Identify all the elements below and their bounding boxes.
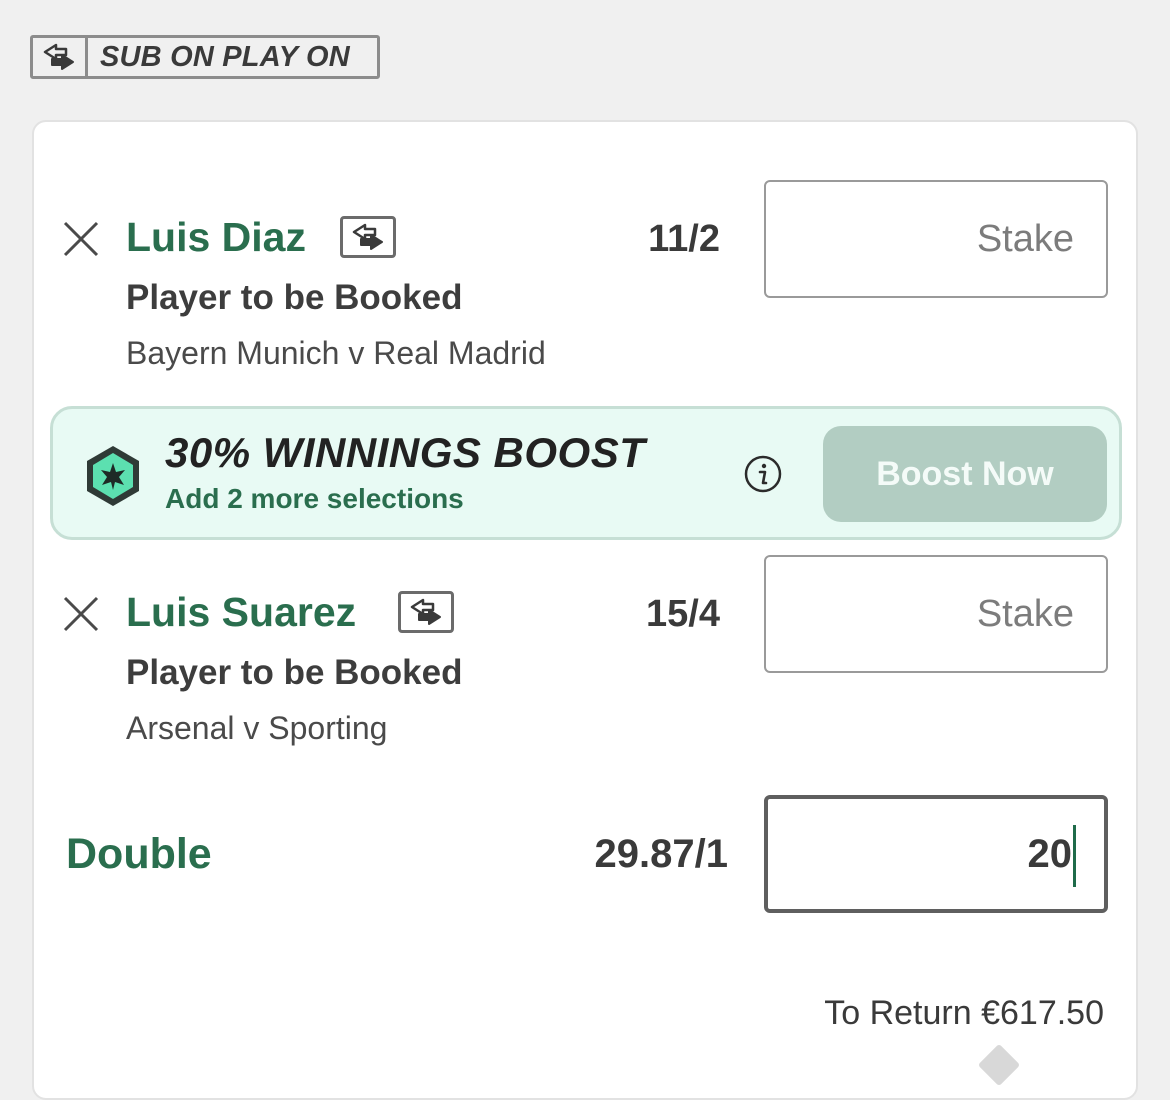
- selection-market: Player to be Booked: [126, 278, 463, 317]
- selection-event: Arsenal v Sporting: [126, 710, 388, 746]
- sub-swap-icon: [340, 216, 396, 258]
- info-icon[interactable]: [743, 454, 783, 494]
- sub-swap-icon: [33, 38, 88, 76]
- remove-selection-close-icon[interactable]: [62, 595, 100, 633]
- remove-selection-close-icon[interactable]: [62, 220, 100, 258]
- selection-market: Player to be Booked: [126, 653, 463, 692]
- text-cursor: [1073, 825, 1076, 887]
- potential-return: To Return €617.50: [824, 994, 1104, 1032]
- selection-player-name: Luis Suarez: [126, 589, 357, 635]
- double-stake-input[interactable]: [764, 795, 1108, 913]
- collapse-handle[interactable]: [977, 1043, 1021, 1087]
- boost-title: 30% WINNINGS BOOST: [165, 429, 646, 476]
- multiple-bet-odds: 29.87/1: [594, 832, 728, 876]
- betslip-card: Luis Diaz 11/2 Player to be Booked Bayer…: [32, 120, 1138, 1100]
- stake-input[interactable]: [764, 180, 1108, 298]
- selection-player-name: Luis Diaz: [126, 214, 306, 260]
- boost-subtitle: Add 2 more selections: [165, 483, 464, 514]
- multiple-bet-label: Double: [66, 830, 212, 878]
- winnings-boost-banner: 30% WINNINGS BOOST Add 2 more selections…: [50, 406, 1122, 540]
- badge-label: SUB ON PLAY ON: [100, 40, 350, 73]
- sub-on-play-on-badge: SUB ON PLAY ON: [30, 35, 380, 79]
- star-hexagon-icon: [87, 446, 139, 506]
- selection-odds[interactable]: 11/2: [648, 218, 720, 261]
- sub-swap-icon: [398, 591, 454, 633]
- stake-input[interactable]: [764, 555, 1108, 673]
- boost-now-button[interactable]: Boost Now: [823, 426, 1107, 522]
- selection-event: Bayern Munich v Real Madrid: [126, 335, 546, 371]
- selection-odds[interactable]: 15/4: [646, 593, 720, 636]
